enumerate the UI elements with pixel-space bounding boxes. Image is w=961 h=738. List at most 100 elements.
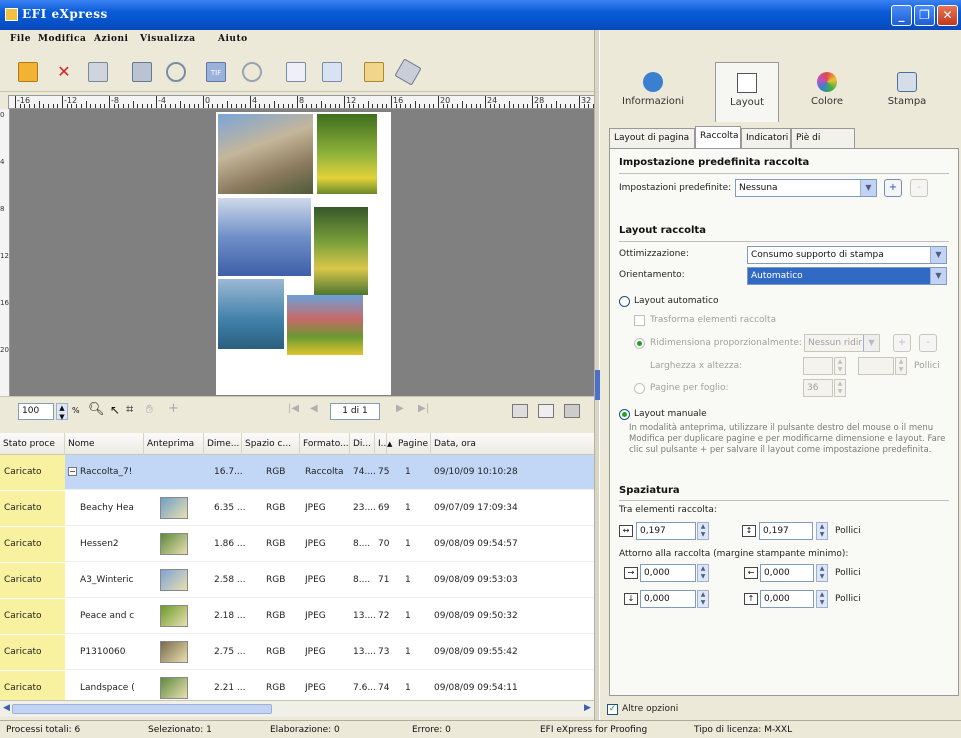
col-di[interactable]: Di...	[350, 433, 375, 455]
col-date[interactable]: Data, ora	[431, 433, 598, 455]
preset-select[interactable]: Nessuna ▼	[735, 179, 877, 197]
photo-beach[interactable]	[218, 279, 284, 349]
remove-size-button[interactable]: -	[919, 334, 937, 352]
margin-left-field[interactable]: 0,000	[640, 564, 696, 582]
close-button[interactable]: ✕	[937, 5, 958, 26]
delete-icon[interactable]: ✕	[54, 62, 74, 82]
table-row[interactable]: Caricato Landspace (2.21 ... RGB JPEG 7.6...…	[0, 671, 598, 700]
between-horizontal-spinner[interactable]: ▲ ▼	[697, 522, 709, 540]
height-field[interactable]	[858, 357, 894, 375]
subtab-layout-pagina[interactable]: Layout di pagina	[609, 128, 695, 148]
auto-layout-radio[interactable]	[619, 296, 630, 307]
tiff-icon[interactable]: TIF	[206, 62, 226, 82]
margin-right-field[interactable]: 0,000	[760, 564, 814, 582]
width-spinner[interactable]: ▲ ▼	[834, 357, 846, 375]
transform-checkbox[interactable]	[634, 315, 645, 326]
maximize-button[interactable]: ❐	[914, 5, 935, 26]
tab-layout[interactable]: Layout	[715, 62, 779, 122]
col-preview[interactable]: Anteprima	[144, 433, 204, 455]
table-row[interactable]: Caricato Raccolta_7! 16.7... RGB Raccolta 74.…	[0, 455, 598, 490]
resize-radio[interactable]	[634, 338, 645, 349]
splitter[interactable]	[594, 30, 600, 720]
table-row[interactable]: Caricato Beachy Hea 6.35 ... RGB JPEG 23.... 6…	[0, 491, 598, 526]
wrench-icon[interactable]	[394, 58, 422, 86]
fit-width-icon[interactable]	[538, 404, 554, 418]
col-id[interactable]: I...	[375, 433, 387, 455]
height-spinner[interactable]: ▲ ▼	[895, 357, 907, 375]
prev-page-icon[interactable]: ◀	[310, 403, 318, 414]
zoom-search-icon[interactable]: 🔍︎	[88, 402, 105, 417]
edit-icon[interactable]	[364, 62, 384, 82]
between-vertical-field[interactable]: 0,197	[759, 522, 813, 540]
table-row[interactable]: Caricato Hessen2 1.86 ... RGB JPEG 8.... 70 1 09…	[0, 527, 598, 562]
col-colorspace[interactable]: Spazio c...	[242, 433, 300, 455]
zoom-input[interactable]: 100	[18, 403, 54, 420]
table-row[interactable]: Caricato A3_Winteric 2.58 ... RGB JPEG 8.... 7…	[0, 563, 598, 598]
subtab-raccolta[interactable]: Raccolta	[695, 126, 741, 148]
between-horizontal-field[interactable]: 0,197	[636, 522, 696, 540]
margin-top-spinner[interactable]: ▲ ▼	[697, 590, 709, 608]
col-status[interactable]: Stato proce	[0, 433, 65, 455]
save-icon[interactable]	[88, 62, 108, 82]
menu-visualizza[interactable]: Visualizza	[140, 34, 196, 44]
photo-house[interactable]	[287, 295, 363, 355]
crop-tool-icon[interactable]: ⌗	[126, 402, 133, 417]
remove-preset-button[interactable]: -	[910, 179, 928, 197]
margin-top-field[interactable]: 0,000	[640, 590, 696, 608]
table-row[interactable]: Caricato P1310060 2.75 ... RGB JPEG 13.... 73 1…	[0, 635, 598, 670]
open-icon[interactable]	[18, 62, 38, 82]
scroll-left-icon[interactable]: ◀	[3, 703, 10, 713]
orientation-select[interactable]: Automatico ▼	[747, 267, 947, 285]
photo-bridge[interactable]	[218, 114, 313, 194]
print-icon[interactable]	[132, 62, 152, 82]
photo-winter-tree[interactable]	[218, 198, 311, 276]
minimize-button[interactable]: _	[891, 5, 912, 26]
margin-left-spinner[interactable]: ▲ ▼	[697, 564, 709, 582]
col-pages[interactable]: Pagine	[395, 433, 431, 455]
menu-modifica[interactable]: Modifica	[38, 34, 86, 44]
fit-page-icon[interactable]	[512, 404, 528, 418]
page-icon[interactable]	[286, 62, 306, 82]
margin-bottom-spinner[interactable]: ▲ ▼	[816, 590, 828, 608]
menu-file[interactable]: File	[10, 34, 31, 44]
zoom-spinner[interactable]: ▲ ▼	[56, 403, 68, 421]
layout-sheet[interactable]	[216, 112, 391, 395]
pointer-tool-icon[interactable]: ↖	[110, 403, 120, 417]
col-size[interactable]: Dime...	[204, 433, 242, 455]
tab-stampa[interactable]: Stampa	[875, 62, 939, 122]
between-vertical-spinner[interactable]: ▲ ▼	[816, 522, 828, 540]
tab-informazioni[interactable]: Informazioni	[621, 62, 685, 122]
menu-azioni[interactable]: Azioni	[94, 34, 128, 44]
last-page-icon[interactable]: ▶|	[418, 403, 429, 414]
preview-area[interactable]	[10, 109, 596, 396]
scroll-thumb[interactable]	[12, 704, 272, 714]
splitter-grip[interactable]	[595, 370, 600, 400]
actual-size-icon[interactable]	[564, 404, 580, 418]
optimization-select[interactable]: Consumo supporto di stampa ▼	[747, 246, 947, 264]
next-page-icon[interactable]: ▶	[396, 403, 404, 414]
manual-layout-radio[interactable]	[619, 409, 630, 420]
page-indicator[interactable]: 1 di 1	[330, 403, 380, 420]
col-format[interactable]: Formato...	[300, 433, 350, 455]
col-name[interactable]: Nome	[65, 433, 144, 455]
menu-aiuto[interactable]: Aiuto	[218, 34, 248, 44]
disc-icon[interactable]	[242, 62, 262, 82]
image-icon[interactable]	[322, 62, 342, 82]
hand-tool-icon[interactable]: ✋︎	[146, 402, 153, 417]
horizontal-scrollbar[interactable]: ◀ ▶	[0, 700, 598, 717]
add-preset-button[interactable]: +	[884, 179, 902, 197]
add-tool-icon[interactable]: +	[168, 401, 179, 416]
margin-right-spinner[interactable]: ▲ ▼	[816, 564, 828, 582]
per-sheet-radio[interactable]	[634, 383, 645, 394]
table-row[interactable]: Caricato Peace and c 2.18 ... RGB JPEG 13....…	[0, 599, 598, 634]
preview-icon[interactable]	[166, 62, 186, 82]
margin-bottom-field[interactable]: 0,000	[760, 590, 814, 608]
per-sheet-spinner[interactable]: ▲ ▼	[834, 379, 846, 397]
subtab-pie-pagina[interactable]: Piè di pagina	[791, 128, 855, 161]
per-sheet-field[interactable]: 36	[803, 379, 833, 397]
photo-meadow[interactable]	[314, 207, 368, 295]
more-options-checkbox[interactable]: ✓	[607, 704, 618, 715]
scroll-right-icon[interactable]: ▶	[584, 703, 591, 713]
subtab-indicatori[interactable]: Indicatori	[741, 128, 791, 148]
add-size-button[interactable]: +	[893, 334, 911, 352]
